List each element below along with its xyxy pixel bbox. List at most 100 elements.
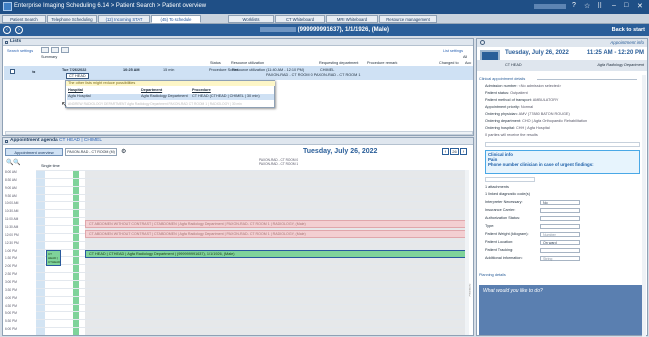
all-filter[interactable]: All [463, 55, 467, 59]
row-checkbox[interactable] [10, 69, 15, 74]
time-column: 8:00 AM 8:30 AM 9:00 AM 9:30 AM 10:00 AM 10:3… [4, 170, 36, 335]
list-settings-link[interactable]: List settings [443, 49, 463, 53]
insurance-select[interactable] [540, 208, 580, 213]
room-select[interactable]: PAXON-RAD - CT ROOM (M) [65, 148, 117, 156]
edit-icon[interactable] [61, 47, 69, 53]
tracking-select[interactable] [540, 248, 580, 253]
selected-appointment[interactable]: CT HEAD | CTHEAD | Agfa Radiology Depart… [85, 250, 466, 258]
authorization-select[interactable] [540, 216, 580, 221]
extra-form: Interpreter Necessary: No Insurance Carri… [485, 200, 640, 264]
mini-appointment[interactable]: CT HEAD | CTHEAD [46, 250, 61, 266]
modality-select[interactable]: CT HEAD [66, 73, 89, 79]
appointment-overview-button[interactable]: Appointment overview [5, 148, 63, 156]
tab-resource-management[interactable]: Resource management [379, 15, 437, 23]
procedure-remark-input[interactable] [485, 177, 535, 182]
blocked-appointment[interactable]: CT ABDOMEN WITHOUT CONTRAST | CTABDOMEN … [85, 230, 469, 238]
form-row: Patient Weight (kilogram): Number [485, 232, 640, 240]
time-label: 4:30 PM [5, 303, 17, 308]
info-subheader: CT HEAD Agfa Radiology Department [477, 60, 647, 71]
additional-info-input[interactable]: String [540, 256, 580, 261]
tab-to-schedule[interactable]: (45) To schedule [151, 15, 201, 23]
back-to-start-button[interactable]: Back to start [612, 27, 645, 33]
summary-column[interactable]: Summary [41, 55, 57, 59]
availability-strip [73, 170, 79, 335]
maximize-button[interactable]: □ [624, 2, 628, 9]
horizontal-scrollbar[interactable] [5, 131, 473, 135]
grid-line [36, 311, 469, 313]
time-label: 8:30 AM [5, 177, 17, 182]
form-row: Patient Tracking: [485, 248, 640, 256]
section-planning-details[interactable]: Planning details [479, 273, 506, 277]
results-recipient-input[interactable] [485, 142, 640, 147]
action-prompt[interactable]: What would you like to do? [479, 285, 642, 335]
grid-line [36, 170, 469, 171]
user-name[interactable] [534, 4, 566, 9]
grid-line [36, 319, 469, 321]
popup-department: Agfa Radiology Department [141, 94, 188, 98]
type-select[interactable] [540, 224, 580, 229]
time-label: 12:30 PM [5, 240, 19, 245]
time-label: 5:00 PM [5, 311, 17, 316]
time-label: 10:00 AM [5, 201, 19, 206]
detail-row[interactable]: Ordering physician: AMV (77880 BATON ROU… [485, 112, 640, 119]
info-time: 11:25 AM - 12:20 PM [586, 50, 644, 56]
agenda-grid[interactable]: CT ABDOMEN WITHOUT CONTRAST | CTABDOMEN … [36, 170, 471, 335]
search-settings-link[interactable]: Search settings [7, 49, 33, 53]
refresh-icon[interactable] [41, 47, 49, 53]
close-button[interactable]: ✕ [637, 2, 643, 10]
tab-worklists[interactable]: Worklists [228, 15, 274, 23]
tab-incoming-stat[interactable]: (12) Incoming STAT [98, 15, 150, 23]
weight-input[interactable]: Number [540, 232, 580, 237]
grid-line [36, 327, 469, 329]
interpreter-select[interactable]: No [540, 200, 580, 205]
grid-line [36, 201, 469, 203]
tab-patient-search[interactable]: Patient Search [2, 15, 46, 23]
mouse-cursor-icon: ↖ [61, 100, 68, 109]
form-row: Authorization Status: [485, 216, 640, 224]
time-label: 10:30 AM [5, 209, 19, 214]
section-divider [537, 79, 637, 80]
location-select[interactable]: On ward [540, 240, 580, 245]
row-icon: ⇆ [32, 70, 36, 74]
minimize-button[interactable]: – [612, 2, 616, 9]
detail-row[interactable]: Ordering department: CHO | Agfa Orthopae… [485, 119, 640, 126]
filter-icon[interactable] [51, 47, 59, 53]
prev-day-button[interactable]: ‹ [442, 148, 449, 155]
collapse-icon[interactable] [5, 140, 8, 143]
zoom-out-icon[interactable]: 🔍 [13, 159, 20, 166]
help-icon[interactable]: ? [572, 2, 576, 9]
patient-header: (999999991637), 1/1/1926, (Male) [0, 27, 649, 33]
collapse-icon[interactable] [5, 41, 8, 44]
blocked-appointment[interactable]: CT ABDOMEN WITHOUT CONTRAST | CTABDOMEN … [85, 220, 469, 228]
detail-row: Admission number: <No admission selected… [485, 84, 562, 88]
info-modality: CT HEAD [505, 63, 522, 67]
day-number[interactable]: 26 [450, 148, 459, 155]
form-row: Type: [485, 224, 640, 232]
vertical-scrollbar[interactable] [465, 170, 469, 335]
popup-col-procedure: Procedure [192, 88, 211, 92]
detail-row: Patient method of transport: AMBULATORY [485, 98, 559, 102]
popup-dim-row[interactable]: ANDREW RADIOLOGY DEPARTMENT Agfa Radiolo… [68, 102, 242, 106]
info-scrollbar[interactable] [642, 75, 646, 337]
apps-grid-icon[interactable]: ⠿ [597, 2, 602, 10]
time-label: 4:00 PM [5, 295, 17, 300]
time-label: 1:30 PM [5, 256, 17, 261]
patient-info: (999999991637), 1/1/1926, (Male) [297, 27, 390, 34]
next-day-button[interactable]: › [460, 148, 467, 155]
grid-line [36, 240, 469, 242]
section-clinical-details[interactable]: Clinical appointment details [479, 77, 525, 81]
favorite-star-icon[interactable]: ☆ [584, 2, 590, 10]
clinical-info-box[interactable]: Clinical info Pain Phone number clinicia… [485, 150, 640, 174]
agenda-date: Tuesday, July 26, 2022 [303, 148, 378, 155]
col-resource: Resource utilization [231, 61, 265, 65]
table-row[interactable]: ⇆ Tue 7/26/2022 10:25 AM 15 min Procedur… [4, 66, 473, 80]
popup-row[interactable]: Agfa Hospital Agfa Radiology Department … [67, 94, 274, 100]
detail-row[interactable]: Ordering hospital: CHH | Agfa Hospital [485, 126, 640, 133]
tab-mri-whiteboard[interactable]: MRI Whiteboard [326, 15, 378, 23]
attachments-count[interactable]: 1 attachments [485, 185, 509, 189]
diagnosis-count[interactable]: 1 linked diagnostic code(s) [485, 192, 530, 196]
tab-telephone-scheduling[interactable]: Telephone Scheduling [47, 15, 97, 23]
detail-row: Appointment priority: Normal [485, 105, 534, 109]
tab-ct-whiteboard[interactable]: CT Whiteboard [275, 15, 325, 23]
settings-gear-icon[interactable]: ⚙ [121, 148, 126, 155]
